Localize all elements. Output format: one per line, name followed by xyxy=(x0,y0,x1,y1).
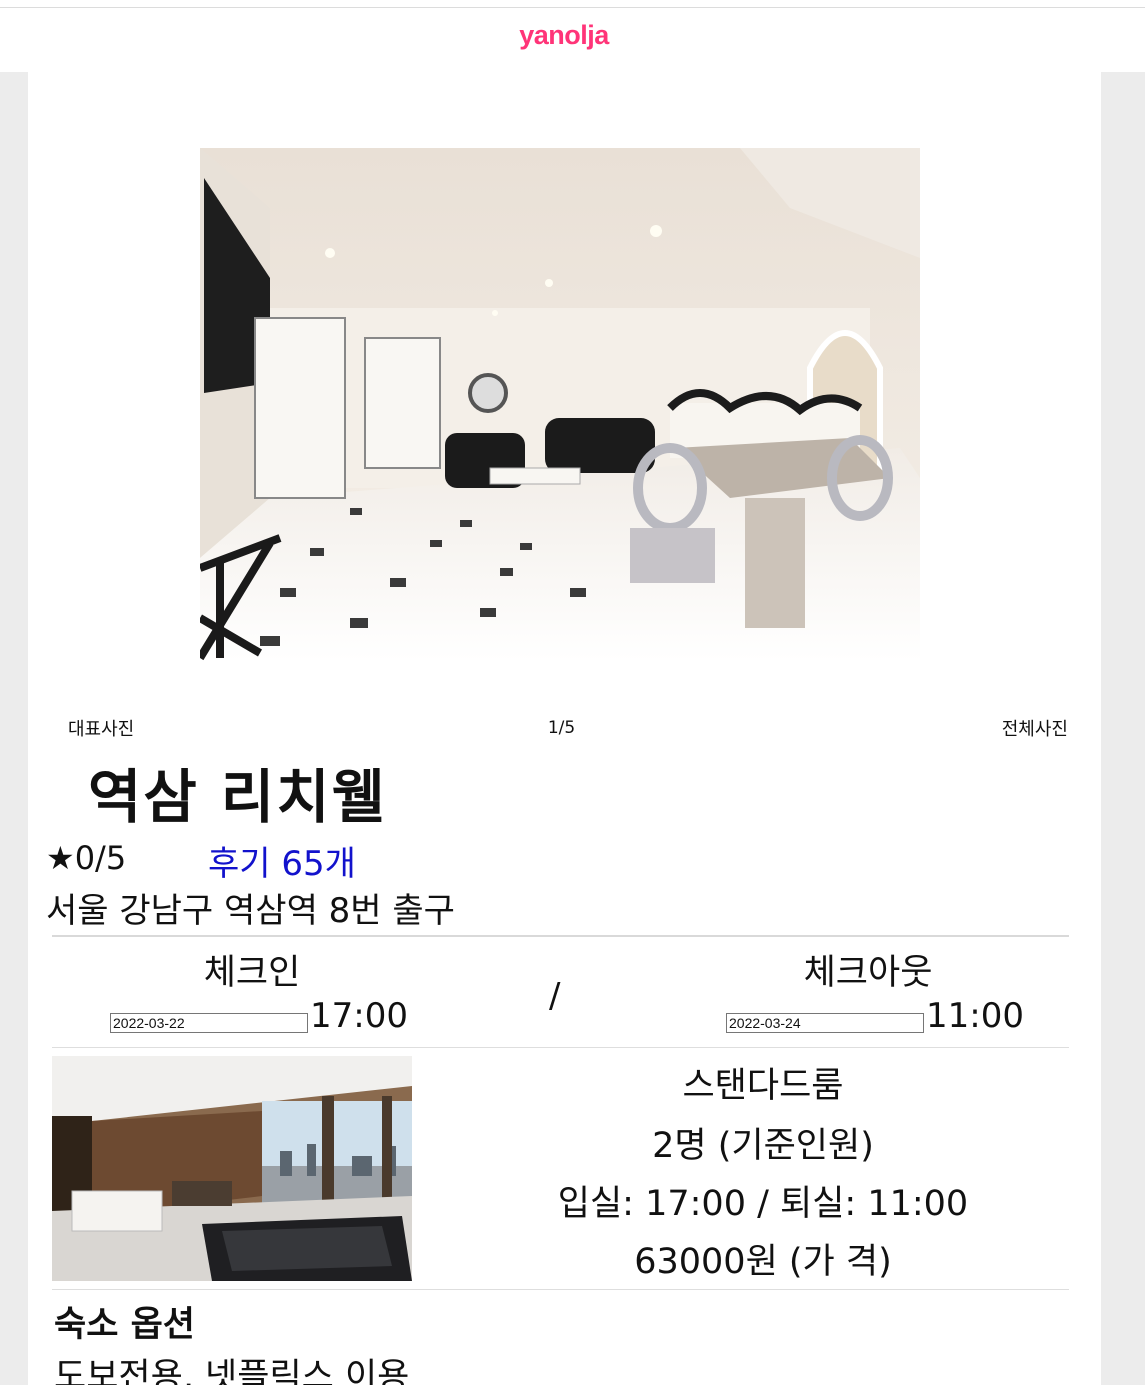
representative-photo-label[interactable]: 대표사진 xyxy=(68,715,134,741)
yanolja-logo[interactable]: yanolja xyxy=(0,20,1128,51)
all-photos-link[interactable]: 전체사진 xyxy=(1002,715,1068,741)
room-price: 63000원 (가 격) xyxy=(634,1242,892,1282)
accommodation-detail: 대표사진 1/5 전체사진 역삼 리치웰 ★0/5 후기 65개 서울 강남구 … xyxy=(28,72,1101,1385)
room-name: 스탠다드룸 xyxy=(682,1066,844,1106)
divider xyxy=(52,1289,1069,1290)
options-value: 도보전용, 넷플릭스 이용 xyxy=(54,1357,410,1385)
hotel-address: 서울 강남구 역삼역 8번 출구 xyxy=(46,891,455,931)
checkout-date-input[interactable] xyxy=(726,1013,924,1033)
room-thumbnail[interactable] xyxy=(52,1056,412,1281)
checkout-label: 체크아웃 xyxy=(803,953,933,993)
photo-counter: 1/5 xyxy=(547,718,576,738)
top-border xyxy=(0,0,1145,8)
hotel-name: 역삼 리치웰 xyxy=(88,763,387,831)
options-title: 숙소 옵션 xyxy=(54,1305,195,1345)
room-capacity: 2명 (기준인원) xyxy=(652,1126,874,1166)
main-room-photo[interactable] xyxy=(200,148,920,661)
room-hours: 입실: 17:00 / 퇴실: 11:00 xyxy=(557,1184,969,1224)
checkout-time: 11:00 xyxy=(926,996,1024,1036)
date-separator: / xyxy=(549,976,561,1016)
reviews-link[interactable]: 후기 65개 xyxy=(208,836,356,885)
checkin-date-input[interactable] xyxy=(110,1013,308,1033)
checkin-time: 17:00 xyxy=(310,996,408,1036)
checkin-label: 체크인 xyxy=(203,953,301,993)
rating: ★0/5 xyxy=(46,839,127,877)
site-header: yanolja xyxy=(0,8,1145,72)
divider xyxy=(52,935,1069,937)
divider xyxy=(52,1047,1069,1048)
